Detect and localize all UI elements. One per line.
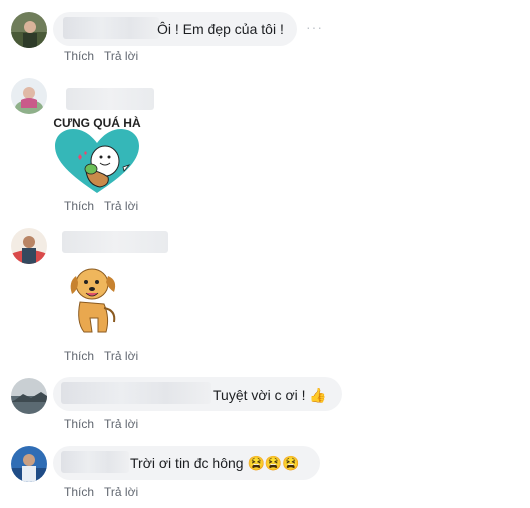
like-link[interactable]: Thích xyxy=(64,349,94,363)
comment-actions: Thích Trả lời xyxy=(64,416,138,432)
comment-text: Trời ơi tin đc hông 😫😫😫 xyxy=(130,455,300,471)
like-link[interactable]: Thích xyxy=(64,199,94,213)
comment-bubble: Trời ơi tin đc hông 😫😫😫 xyxy=(53,446,320,480)
sticker-dog xyxy=(64,262,122,341)
like-link[interactable]: Thích xyxy=(64,49,94,63)
comment-text: Ôi ! Em đẹp của tôi ! xyxy=(157,21,284,37)
comment-actions: Thích Trả lời xyxy=(64,198,138,214)
comment-actions: Thích Trả lời xyxy=(64,484,138,500)
reply-link[interactable]: Trả lời xyxy=(104,49,138,63)
comment-bubble: Tuyệt vời c ơi ! 👍 xyxy=(53,377,342,411)
commenter-name-blurred[interactable] xyxy=(62,231,168,253)
sticker-cung-qua-ha: CƯNG QUÁ HÀ xyxy=(50,113,145,203)
comment-actions: Thích Trả lời xyxy=(64,48,138,64)
avatar[interactable] xyxy=(11,78,47,114)
commenter-name-blurred[interactable] xyxy=(61,382,211,404)
sticker-caption: CƯNG QUÁ HÀ xyxy=(53,115,141,130)
commenter-name-blurred[interactable] xyxy=(63,17,159,39)
like-link[interactable]: Thích xyxy=(64,485,94,499)
avatar[interactable] xyxy=(11,446,47,482)
avatar[interactable] xyxy=(11,378,47,414)
commenter-name-blurred[interactable] xyxy=(66,88,154,110)
comment-text: Tuyệt vời c ơi ! 👍 xyxy=(213,387,327,403)
reply-link[interactable]: Trả lời xyxy=(104,199,138,213)
reply-link[interactable]: Trả lời xyxy=(104,349,138,363)
comment-actions: Thích Trả lời xyxy=(64,348,138,364)
avatar[interactable] xyxy=(11,12,47,48)
reply-link[interactable]: Trả lời xyxy=(104,417,138,431)
commenter-name-blurred[interactable] xyxy=(61,451,129,473)
comment-bubble: Ôi ! Em đẹp của tôi ! xyxy=(53,12,297,46)
avatar[interactable] xyxy=(11,228,47,264)
more-options-icon[interactable]: ··· xyxy=(306,19,323,35)
like-link[interactable]: Thích xyxy=(64,417,94,431)
reply-link[interactable]: Trả lời xyxy=(104,485,138,499)
